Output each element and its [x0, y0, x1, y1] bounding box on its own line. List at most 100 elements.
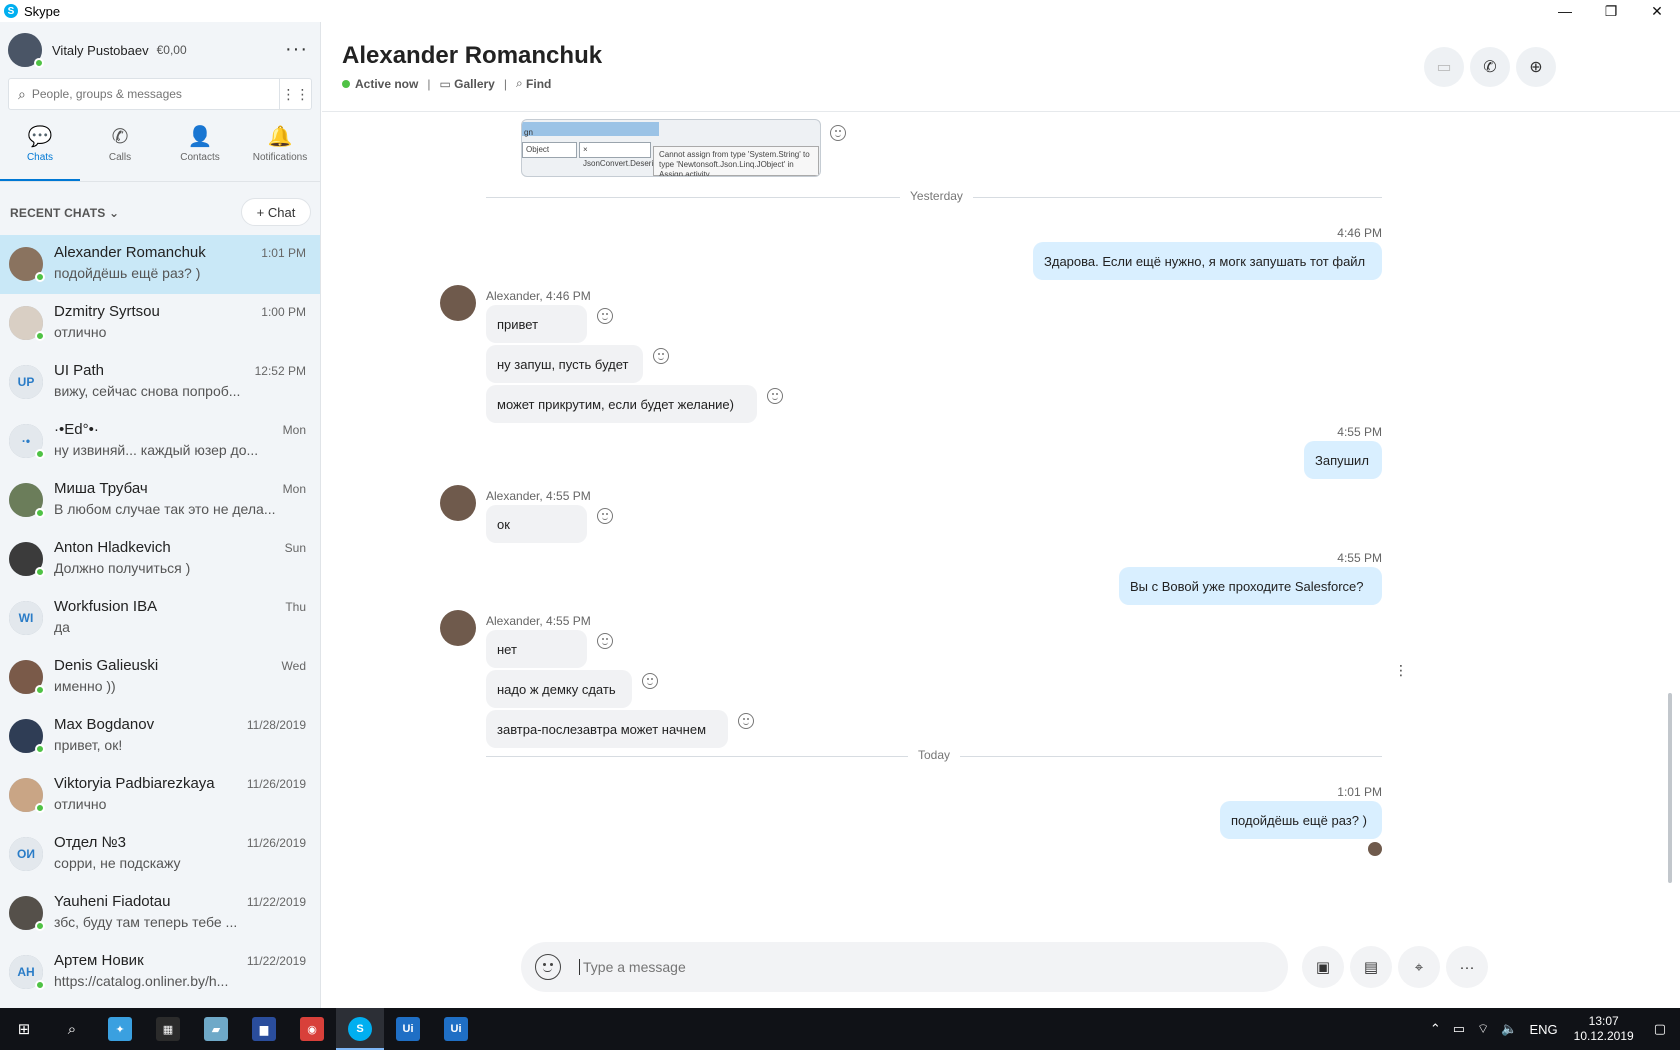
incoming-message[interactable]: завтра-послезавтра может начнем	[486, 710, 728, 748]
chat-list-item[interactable]: Anton Hladkevich Sun Должно получиться )	[0, 530, 320, 589]
calculator-icon[interactable]: ▦	[144, 1008, 192, 1050]
notes-app-icon[interactable]: ▰	[192, 1008, 240, 1050]
language-indicator[interactable]: ENG	[1529, 1022, 1557, 1037]
chat-list-item[interactable]: Dzmitry Syrtsou 1:00 PM отлично	[0, 294, 320, 353]
message-time: 4:46 PM	[1337, 226, 1382, 240]
gallery-link[interactable]: Gallery	[454, 77, 495, 91]
uipath-studio-icon-1[interactable]: Ui	[384, 1008, 432, 1050]
contact-card-button[interactable]: ▤	[1350, 946, 1392, 988]
location-button[interactable]: ⌖	[1398, 946, 1440, 988]
chrome-glyph: ◉	[300, 1017, 324, 1041]
chat-list-item[interactable]: ОИ Отдел №3 11/26/2019 сорри, не подскажу	[0, 825, 320, 884]
notifications-icon[interactable]: ▢	[1654, 1021, 1666, 1037]
tab-notifications[interactable]: 🔔 Notifications	[240, 122, 320, 181]
separator: |	[427, 76, 431, 91]
scrollbar[interactable]	[1668, 693, 1672, 883]
reaction-icon[interactable]	[597, 633, 613, 649]
contact-name[interactable]: Alexander Romanchuk	[342, 42, 602, 70]
tab-contacts[interactable]: 👤 Contacts	[160, 122, 240, 181]
outgoing-message[interactable]: подойдёшь ещё раз? )	[1220, 801, 1382, 839]
chrome-icon[interactable]: ◉	[288, 1008, 336, 1050]
sender-avatar[interactable]	[440, 610, 476, 646]
online-status-dot	[35, 803, 45, 813]
search-input[interactable]	[31, 87, 262, 101]
chat-preview: да	[54, 619, 70, 635]
avatar	[9, 306, 45, 341]
emoji-icon[interactable]	[535, 954, 561, 980]
recent-chats-header[interactable]: RECENT CHATS ⌄	[10, 206, 119, 220]
start-icon[interactable]: ⊞	[0, 1008, 48, 1050]
incoming-message[interactable]: привет	[486, 305, 587, 343]
message-menu-icon[interactable]: ⋮	[1394, 662, 1408, 679]
reaction-icon[interactable]	[767, 388, 783, 404]
audio-call-button[interactable]: ✆	[1470, 47, 1510, 87]
chat-list-item[interactable]: WI Workfusion IBA Thu да	[0, 589, 320, 648]
chat-time: 11/28/2019	[246, 718, 306, 732]
incoming-message[interactable]: нет	[486, 630, 587, 668]
screenshot-attachment[interactable]: gn Object × JsonConvert.Deseri Cannot as…	[521, 119, 821, 177]
reaction-icon[interactable]	[642, 673, 658, 689]
incoming-message[interactable]: ну запуш, пусть будет	[486, 345, 643, 383]
avatar	[9, 542, 45, 577]
more-menu-icon[interactable]: ···	[285, 38, 308, 61]
blueprint-app-icon[interactable]: ✦	[96, 1008, 144, 1050]
online-status-dot	[35, 744, 45, 754]
incoming-message[interactable]: ок	[486, 505, 587, 543]
reaction-icon[interactable]	[597, 308, 613, 324]
chat-list-item[interactable]: Viktoryia Padbiarezkaya 11/26/2019 отлично	[0, 766, 320, 825]
close-button[interactable]: ✕	[1634, 0, 1680, 22]
reaction-icon[interactable]	[738, 713, 754, 729]
profile-avatar[interactable]	[8, 33, 44, 68]
restore-button[interactable]: ❐	[1588, 0, 1634, 22]
add-person-button[interactable]: ⊕	[1516, 47, 1556, 87]
chat-name: Миша Трубач	[54, 480, 148, 497]
video-call-button[interactable]: ▭	[1424, 47, 1464, 87]
chat-preview: https://catalog.onliner.by/h...	[54, 973, 229, 989]
wifi-icon[interactable]: ⌔	[1477, 1021, 1489, 1037]
chat-time: 1:00 PM	[261, 305, 306, 319]
chat-list-item[interactable]: Alexander Romanchuk 1:01 PM подойдёшь ещё …	[0, 235, 320, 294]
reaction-icon[interactable]	[830, 125, 846, 141]
sender-avatar[interactable]	[440, 485, 476, 521]
chat-list-item[interactable]: Yauheni Fiadotau 11/22/2019 збс, буду там …	[0, 884, 320, 943]
chat-list-item[interactable]: UP UI Path 12:52 PM вижу, сейчас снова попр…	[0, 353, 320, 412]
volume-icon[interactable]: 🔈	[1501, 1021, 1517, 1037]
chat-list-item[interactable]: ·• ·•Ed°•· Mon ну извиняй... каждый юзер до…	[0, 412, 320, 471]
outgoing-message[interactable]: Здарова. Если ещё нужно, я могк запушать…	[1033, 242, 1382, 280]
tab-chats[interactable]: 💬 Chats	[0, 122, 80, 181]
skype-credit[interactable]: €0,00	[157, 43, 187, 57]
chat-list-item[interactable]: Миша Трубач Mon В любом случае так это не …	[0, 471, 320, 530]
incoming-message[interactable]: может прикрутим, если будет желание)	[486, 385, 757, 423]
chat-list-item[interactable]: Max Bogdanov 11/28/2019 привет, ок!	[0, 707, 320, 766]
tray-chevron-icon[interactable]: ⌃	[1430, 1021, 1441, 1037]
network-icon[interactable]: ▭	[1453, 1021, 1465, 1037]
message-time: 4:55 PM	[1337, 425, 1382, 439]
sender-avatar[interactable]	[440, 285, 476, 321]
uipath-studio-icon-2[interactable]: Ui	[432, 1008, 480, 1050]
reaction-icon[interactable]	[653, 348, 669, 364]
chat-name: Denis Galieuski	[54, 657, 159, 674]
avatar-initials: WI	[9, 601, 43, 635]
incoming-message[interactable]: надо ж демку сдать	[486, 670, 632, 708]
skype-taskbar-glyph: S	[348, 1017, 372, 1041]
outgoing-message[interactable]: Запушил	[1304, 441, 1382, 479]
new-chat-button[interactable]: + Chat	[241, 198, 311, 226]
more-options-button[interactable]: ···	[1446, 946, 1488, 988]
clock[interactable]: 13:07 10.12.2019	[1574, 1014, 1634, 1044]
media-gallery-button[interactable]: ▣	[1302, 946, 1344, 988]
profile-name[interactable]: Vitaly Pustobaev	[52, 43, 149, 58]
message-input[interactable]	[579, 959, 1239, 975]
search-icon[interactable]: ⌕	[48, 1008, 96, 1050]
save-disk-app-icon[interactable]: ▆	[240, 1008, 288, 1050]
minimize-button[interactable]: —	[1542, 0, 1588, 22]
tab-label: Chats	[26, 152, 54, 163]
skype-taskbar-icon[interactable]: S	[336, 1008, 384, 1050]
reaction-icon[interactable]	[597, 508, 613, 524]
dialpad-icon[interactable]: ⋮⋮	[279, 79, 311, 109]
find-link[interactable]: Find	[526, 77, 551, 91]
tab-calls[interactable]: ✆ Calls	[80, 122, 160, 181]
reaction-mouth	[602, 317, 608, 320]
chat-list-item[interactable]: Denis Galieuski Wed именно ))	[0, 648, 320, 707]
chat-list-item[interactable]: АН Артем Новик 11/22/2019 https://catalog.o…	[0, 943, 320, 1002]
outgoing-message[interactable]: Вы с Вовой уже проходите Salesforce?	[1119, 567, 1382, 605]
